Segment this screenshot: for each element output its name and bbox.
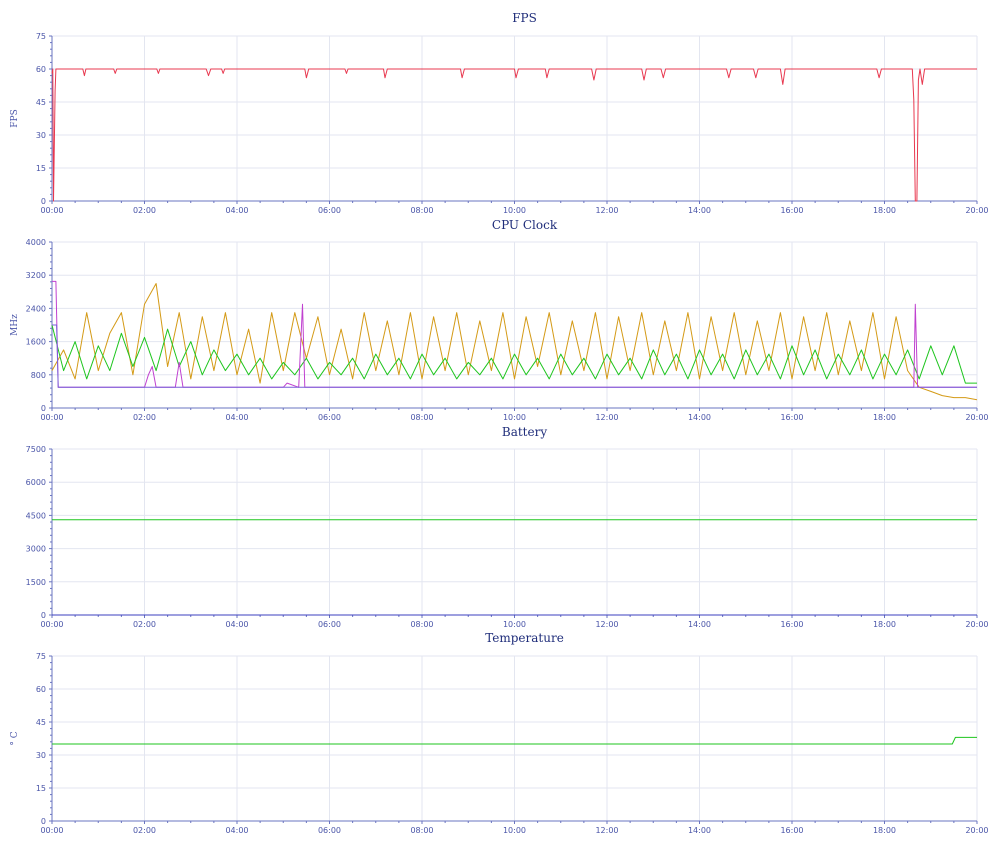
x-tick-label: 02:00 [133, 206, 156, 215]
chart-title: CPU Clock [492, 218, 558, 232]
y-axis-label: ° C [10, 731, 20, 745]
x-tick-label: 02:00 [133, 826, 156, 835]
x-tick-label: 16:00 [780, 620, 803, 629]
x-tick-label: 14:00 [688, 620, 711, 629]
x-tick-label: 00:00 [40, 413, 63, 422]
x-tick-label: 18:00 [873, 826, 896, 835]
chart-title: Battery [502, 425, 547, 439]
x-tick-label: 08:00 [410, 826, 433, 835]
x-tick-label: 20:00 [965, 206, 988, 215]
y-tick-label: 0 [41, 817, 46, 826]
y-tick-label: 4500 [26, 511, 46, 520]
y-tick-label: 6000 [26, 478, 46, 487]
x-tick-label: 20:00 [965, 826, 988, 835]
x-tick-label: 12:00 [595, 620, 618, 629]
y-tick-label: 1600 [26, 338, 46, 347]
chart-root: FPS 0 15 30 45 60 75 00:00 02:00 04:00 06:00 08:00 1… [10, 11, 989, 835]
x-tick-label: 10:00 [503, 826, 526, 835]
x-tick-label: 06:00 [318, 826, 341, 835]
x-tick-label: 16:00 [780, 413, 803, 422]
x-tick-label: 10:00 [503, 620, 526, 629]
x-tick-label: 18:00 [873, 413, 896, 422]
y-tick-label: 30 [36, 131, 46, 140]
y-tick-label: 0 [41, 404, 46, 413]
chart-panel-0: FPS 0 15 30 45 60 75 00:00 02:00 04:00 06:00 08:00 1… [10, 11, 989, 215]
x-tick-label: 12:00 [595, 413, 618, 422]
y-axis-label: FPS [10, 109, 20, 127]
y-tick-label: 1500 [26, 578, 46, 587]
x-tick-label: 14:00 [688, 826, 711, 835]
y-tick-label: 60 [36, 65, 46, 74]
x-tick-label: 02:00 [133, 620, 156, 629]
y-tick-label: 0 [41, 611, 46, 620]
x-tick-label: 04:00 [225, 206, 248, 215]
x-tick-label: 08:00 [410, 413, 433, 422]
chart-title: Temperature [485, 631, 564, 645]
y-tick-label: 60 [36, 685, 46, 694]
y-tick-label: 7500 [26, 445, 46, 454]
x-tick-label: 08:00 [410, 206, 433, 215]
x-tick-label: 08:00 [410, 620, 433, 629]
chart-title: FPS [512, 11, 537, 25]
y-tick-label: 75 [36, 32, 46, 41]
x-tick-label: 20:00 [965, 413, 988, 422]
x-tick-label: 04:00 [225, 826, 248, 835]
x-tick-label: 18:00 [873, 620, 896, 629]
y-tick-label: 45 [36, 718, 46, 727]
x-tick-label: 10:00 [503, 206, 526, 215]
y-tick-label: 3200 [26, 271, 46, 280]
chart-panel-2: Battery 0 1500 3000 4500 6000 7500 00:00 02:00 04… [26, 425, 989, 629]
y-tick-label: 15 [36, 164, 46, 173]
x-tick-label: 18:00 [873, 206, 896, 215]
y-axis-label: MHz [10, 314, 20, 336]
x-tick-label: 02:00 [133, 413, 156, 422]
x-tick-label: 14:00 [688, 206, 711, 215]
y-tick-label: 3000 [26, 545, 46, 554]
x-tick-label: 16:00 [780, 826, 803, 835]
x-tick-label: 06:00 [318, 413, 341, 422]
chart-panel-1: CPU Clock 0 800 1600 2400 3200 4000 00:00 02:00 0… [10, 218, 989, 422]
y-tick-label: 4000 [26, 238, 46, 247]
x-tick-label: 00:00 [40, 206, 63, 215]
x-tick-label: 04:00 [225, 620, 248, 629]
x-tick-label: 00:00 [40, 620, 63, 629]
x-tick-label: 06:00 [318, 620, 341, 629]
y-tick-label: 45 [36, 98, 46, 107]
x-tick-label: 04:00 [225, 413, 248, 422]
chart-panel-3: Temperature 0 15 30 45 60 75 00:00 02:00 04:00 06:… [10, 631, 989, 835]
x-tick-label: 12:00 [595, 826, 618, 835]
x-tick-label: 00:00 [40, 826, 63, 835]
x-tick-label: 14:00 [688, 413, 711, 422]
y-tick-label: 0 [41, 197, 46, 206]
y-tick-label: 2400 [26, 304, 46, 313]
y-tick-label: 15 [36, 784, 46, 793]
x-tick-label: 10:00 [503, 413, 526, 422]
y-tick-label: 800 [31, 371, 46, 380]
y-tick-label: 30 [36, 751, 46, 760]
x-tick-label: 06:00 [318, 206, 341, 215]
x-tick-label: 16:00 [780, 206, 803, 215]
x-tick-label: 20:00 [965, 620, 988, 629]
y-tick-label: 75 [36, 652, 46, 661]
x-tick-label: 12:00 [595, 206, 618, 215]
